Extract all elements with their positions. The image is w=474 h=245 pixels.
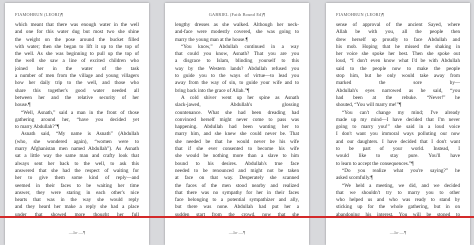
text-line: way by the Western lands? Abdullah refus… [175,65,299,72]
text-line: she would be nothing more than a slave t… [175,153,299,160]
text-line: stop him, but he only would take away fr… [336,73,460,80]
page-body: lengthy dresses as she walked. Although … [175,22,299,219]
page-break-marker [0,216,474,218]
text-line: away from the way of sin, to guide your … [175,80,299,87]
text-line: marry him, and she knew she could never … [175,131,299,138]
text-line: to marry Abdullah?”¶ [15,124,60,131]
text-line: loud, “I don't even know what I'd be wit… [336,58,460,65]
text-line: drew herself up proudly to face Abdullah… [336,36,460,43]
text-line: answer, they were staring in each other'… [15,189,139,196]
text-line: “Do you realize what you're saying?” he [342,167,460,174]
text-line: happening. Abdullah had been wanting her… [175,124,299,131]
page-2: GABRIEL (Faith Bound Ed)¶ lengthy dresse… [165,3,309,245]
text-line: sense of approval of the ancient Sayed, … [336,22,460,28]
text-line: marked the sore by— [336,80,460,87]
page-footer: —lo·—¶ [68,230,86,235]
text-line: going to marry you!” she said in a loud … [336,124,460,131]
text-line: her voice she spoke her best. Then she s… [336,51,460,58]
text-line: to guide you to the ways of virtue—to le… [175,73,299,80]
text-line: “You can't change my mind; I've already [342,109,460,116]
text-line: would like to stay pure. You'll have [336,153,460,160]
text-line: the weight on the pose around the bucket… [15,36,139,43]
text-line: the faces of the men stood nearby and re… [175,182,299,189]
text-line: with water; then she began to lift it up… [15,43,139,50]
text-line: a disgrace to Islam, blinding yourself t… [175,58,299,65]
text-line: sticking up for the whole gathering, but… [336,204,460,211]
text-line: that if she ever consented to become his… [175,146,299,153]
text-line: joined her in the water of the task [15,65,139,72]
text-line: who helped us and who was ready to stand… [336,197,460,204]
page-body: sense of approval of the ancient Sayed, … [336,22,460,219]
text-line: but there was none. Abdullah had put her… [175,204,299,211]
text-line: a number of men from the village and you… [15,73,139,80]
text-line: bring back into the grace of Allah.”¶ [175,87,250,94]
text-line: that could you know, Asnath? That you ar… [175,51,299,58]
page-header: FIAMOHRUN (LEORI)¶ [15,12,64,17]
text-line: marry the young man at the house.¶ [175,36,248,43]
text-line: made up my mind—I have decided that I'm … [336,116,460,123]
text-line: needed to be renounced and might not be … [175,167,299,174]
text-line: and they heard her make a reply she had … [15,204,139,211]
text-line: bound to his desires. Abdullah's true fa… [175,160,299,167]
text-line: the well. As she was beginning to pull u… [15,51,139,58]
page-footer: —lo·—¶ [228,230,246,235]
page-body: which meant that there was enough water … [15,22,139,219]
page-header: FIAMOHRUN (LEORI)¶ [336,12,385,17]
text-line: how her daily trip to the well, and thos… [15,80,139,87]
text-line: house.¶ [15,102,31,109]
text-line: (who, she wondered again), “women were t… [15,138,139,145]
text-line: which meant that there was enough water … [15,22,139,28]
text-line: “We held a meeting, we did, and we decid… [342,182,460,189]
text-line: the well she saw a line of excited child… [15,58,139,65]
text-line: to be part of your world. Instead, I [336,146,460,153]
text-line: and our daughters. I have decided that I… [336,138,460,145]
page-3: FIAMOHRUN (LEORI)¶ sense of approval of … [326,3,470,245]
text-line: at face on that way. Desperately she sca… [175,175,299,182]
text-line: I don't want you immoral ways polluting … [336,131,460,138]
text-line: share this together's good water needed … [15,87,139,94]
text-line: Allah be with you, all the people then [336,29,460,36]
text-line: her to give them some kind of reply—and [15,175,139,182]
text-line: always sent her back to the well, to ask… [15,160,139,167]
text-line: said to the people now to make the peopl… [336,65,460,72]
text-line: his mob. Hoping that he missed the shaki… [336,43,460,50]
text-line: “Well, Asnath,” said a man in the front … [21,109,139,116]
text-line: “You know,” Abdullah continued in a way [181,43,299,50]
text-line: answered that she had the respect of wai… [15,167,139,174]
text-line: shouted, “You will marry me!”¶ [336,102,402,109]
text-line: Abdullah's eyes narrowed as he said, “yo… [336,87,460,94]
text-line: marry Afghanistan men named Abdullah”). … [15,146,139,153]
text-line: Asnath said, “My name is Asnath” (Abdull… [21,131,139,138]
page-1: FIAMOHRUN (LEORI)¶ which meant that ther… [5,3,149,245]
text-line: she needed be that he would never be his… [175,138,299,145]
text-line: seemed in their faces to be waiting her … [15,182,139,189]
text-line: A cold shiver went up her spine as Asnat… [181,94,299,101]
text-line: that we shouldn't try to marry you to ot… [336,189,460,196]
text-line: hearts that was in the way she would rep… [15,197,139,204]
text-line: that there was no sympathy for her in th… [175,189,299,196]
text-line: had been at the rebuke. “Never!” he [336,94,460,101]
text-line: countenance. What she had been dreading … [175,109,299,116]
text-line: face belonging to a potential sympathize… [175,197,299,204]
text-line: convinced herself might never come to pa… [175,116,299,123]
text-line: and one for this water dug but most two … [15,29,139,36]
page-header: GABRIEL (Faith Bound Ed)¶ [208,12,266,17]
text-line: gathering around her, “have you decided … [15,116,139,123]
page-footer: —lo·—¶ [389,230,407,235]
text-line: between her and the relative security of… [15,94,139,101]
text-line: and-face were modestly covered, she was … [175,29,299,36]
text-line: slack-jawed, Abdullah's glossing [175,102,299,109]
text-line: asked scornfully.¶ [336,175,373,182]
text-line: to learn to accept the consequences.”¶ [336,160,414,167]
text-line: lengthy dresses as she walked. Although … [175,22,299,28]
text-line: sat a little way the same man and crafty… [15,153,139,160]
